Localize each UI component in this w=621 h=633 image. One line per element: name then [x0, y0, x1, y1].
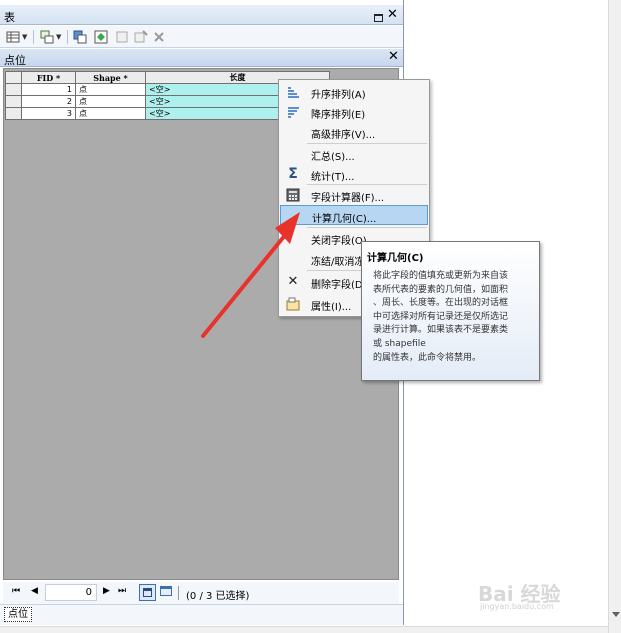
menu-item-label: 降序排列(E)	[311, 110, 366, 121]
table-tab-header: 点位 ✕	[0, 49, 403, 67]
menu-item-sort-descending[interactable]: 降序排列(E)	[280, 102, 428, 122]
tooltip-title: 计算几何(C)	[367, 253, 424, 264]
row-selector[interactable]	[5, 107, 22, 120]
menu-item-label: 删除字段(D	[311, 280, 363, 291]
chevron-down-icon: ▼	[22, 33, 28, 41]
selection-status: (0 / 3 已选择)	[186, 591, 250, 602]
sort-ascending-icon	[288, 87, 299, 98]
menu-item-label: 字段计算器(F)...	[311, 193, 385, 204]
close-icon[interactable]: ✕	[388, 50, 399, 64]
record-number-input[interactable]: 0	[45, 584, 97, 601]
select-by-attributes-button[interactable]	[73, 29, 87, 45]
tooltip-line: 的属性表，此命令将禁用。	[373, 352, 482, 363]
properties-icon	[286, 297, 300, 311]
maximize-icon[interactable]	[374, 14, 383, 22]
cell-shape[interactable]: 点	[75, 83, 146, 96]
cell-shape[interactable]: 点	[75, 107, 146, 120]
clear-selection-button[interactable]	[115, 29, 129, 45]
cell-fid[interactable]: 3	[21, 107, 76, 120]
sort-descending-icon	[288, 107, 299, 118]
row-selector[interactable]	[5, 95, 22, 108]
menu-item-calculate-geometry[interactable]: 计算几何(C)...	[280, 205, 428, 225]
menu-item-field-calculator[interactable]: 字段计算器(F)...	[280, 185, 428, 205]
table-options-button[interactable]: ▼	[6, 29, 27, 45]
previous-record-icon[interactable]: ◀	[31, 586, 38, 596]
tooltip-body: 将此字段的值填充或更新为来自该 表所代表的要素的几何值，如面积 、周长、长度等。…	[373, 270, 535, 365]
menu-item-label: 属性(I)...	[311, 302, 352, 313]
next-record-icon[interactable]: ▶	[103, 586, 110, 596]
toolbar-separator	[33, 30, 34, 44]
row-selector-header[interactable]	[5, 71, 22, 84]
switch-selection-button[interactable]	[94, 29, 108, 45]
clear-selection-icon	[116, 31, 128, 43]
delete-x-icon: ✕	[287, 274, 299, 289]
column-header-fid[interactable]: FID *	[21, 71, 76, 84]
tab-dianwei[interactable]: 点位	[4, 607, 32, 622]
menu-item-sort-ascending[interactable]: 升序排列(A)	[280, 82, 428, 102]
page-vertical-scrollbar[interactable]	[608, 0, 621, 633]
select-by-attributes-icon	[73, 30, 87, 44]
page-horizontal-scrollbar[interactable]	[0, 626, 608, 633]
tooltip-line: 中可选择对所有记录还是仅所选记	[373, 311, 509, 322]
nav-separator	[178, 586, 179, 600]
window-titlebar[interactable]: 表 ✕	[0, 5, 403, 25]
watermark-subtext: jingyan.baidu.com	[480, 602, 554, 611]
menu-item-summarize[interactable]: 汇总(S)...	[280, 144, 428, 164]
table-toolbar: ▼ ▼	[0, 26, 403, 48]
cell-fid[interactable]: 1	[21, 83, 76, 96]
table-tabs: 点位	[0, 604, 403, 625]
table-options-icon	[6, 31, 20, 43]
show-all-records-button[interactable]	[139, 584, 156, 601]
window-title: 表	[4, 11, 15, 24]
chevron-down-icon: ▼	[56, 33, 62, 41]
delete-button[interactable]	[152, 29, 166, 45]
column-header-shape[interactable]: Shape *	[75, 71, 146, 84]
related-tables-button[interactable]: ▼	[40, 29, 61, 45]
menu-item-label: 统计(T)...	[311, 172, 355, 183]
delete-selected-icon	[134, 30, 148, 43]
tooltip-line: 将此字段的值填充或更新为来自该	[373, 271, 509, 281]
tooltip-line: 或 shapefile	[373, 338, 426, 349]
menu-item-label: 汇总(S)...	[311, 152, 355, 163]
switch-selection-icon	[94, 30, 108, 44]
baidu-jingyan-watermark: Bai 经验 jingyan.baidu.com	[478, 578, 593, 611]
menu-item-advanced-sort[interactable]: 高级排序(V)...	[280, 122, 428, 142]
menu-item-label: 关闭字段(O)	[311, 236, 367, 247]
related-tables-icon	[40, 30, 54, 44]
calculator-icon	[286, 188, 300, 202]
cell-fid[interactable]: 2	[21, 95, 76, 108]
sigma-icon: Σ	[288, 166, 298, 182]
tooltip-line: 录进行计算。如果该表不是要素类	[373, 325, 509, 336]
toolbar-separator	[67, 30, 68, 44]
tooltip-line: 表所代表的要素的几何值，如面积	[373, 284, 509, 295]
calculate-geometry-tooltip: 计算几何(C) 将此字段的值填充或更新为来自该 表所代表的要素的几何值，如面积 …	[361, 241, 540, 381]
record-navigation-bar: ⏮ ◀ 0 ▶ ⏭ (0 / 3 已选择)	[3, 582, 399, 604]
menu-item-label: 高级排序(V)...	[311, 130, 376, 141]
scroll-down-arrow-icon[interactable]	[612, 612, 620, 617]
menu-item-label: 冻结/取消冻	[311, 257, 365, 268]
all-records-icon	[143, 588, 152, 597]
close-icon[interactable]: ✕	[387, 8, 398, 22]
delete-selected-button[interactable]	[134, 29, 148, 45]
cell-shape[interactable]: 点	[75, 95, 146, 108]
menu-item-statistics[interactable]: Σ 统计(T)...	[280, 164, 428, 184]
table-tab-label: 点位	[4, 54, 26, 67]
menu-item-label: 计算几何(C)...	[312, 214, 377, 225]
show-selected-records-button[interactable]	[160, 586, 172, 596]
tooltip-line: 、周长、长度等。在出现的对话框	[373, 298, 509, 309]
last-record-icon[interactable]: ⏭	[118, 586, 126, 596]
delete-x-icon	[154, 32, 164, 42]
menu-item-label: 升序排列(A)	[311, 90, 366, 101]
row-selector[interactable]	[5, 83, 22, 96]
first-record-icon[interactable]: ⏮	[12, 586, 20, 596]
